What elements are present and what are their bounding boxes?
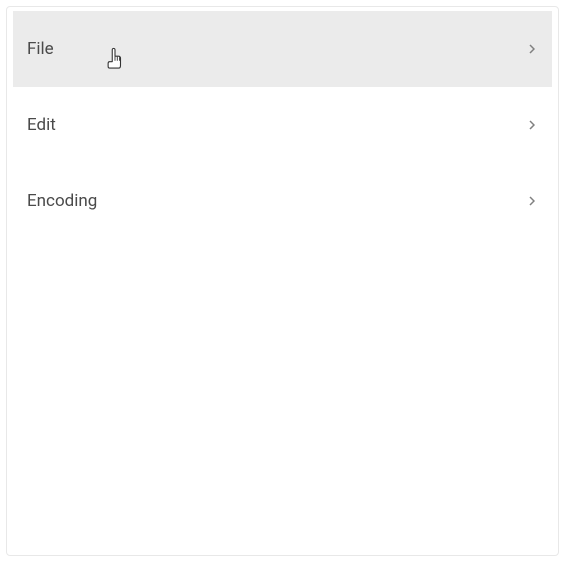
chevron-right-icon (526, 43, 538, 55)
menu-item-file[interactable]: File (13, 11, 552, 87)
chevron-right-icon (526, 119, 538, 131)
menu-item-encoding[interactable]: Encoding (13, 163, 552, 239)
menu-item-label: File (27, 39, 54, 59)
menu-item-label: Encoding (27, 191, 97, 211)
menu-panel: File Edit Encoding (6, 6, 559, 556)
menu-item-label: Edit (27, 115, 56, 135)
menu-item-edit[interactable]: Edit (13, 87, 552, 163)
chevron-right-icon (526, 195, 538, 207)
